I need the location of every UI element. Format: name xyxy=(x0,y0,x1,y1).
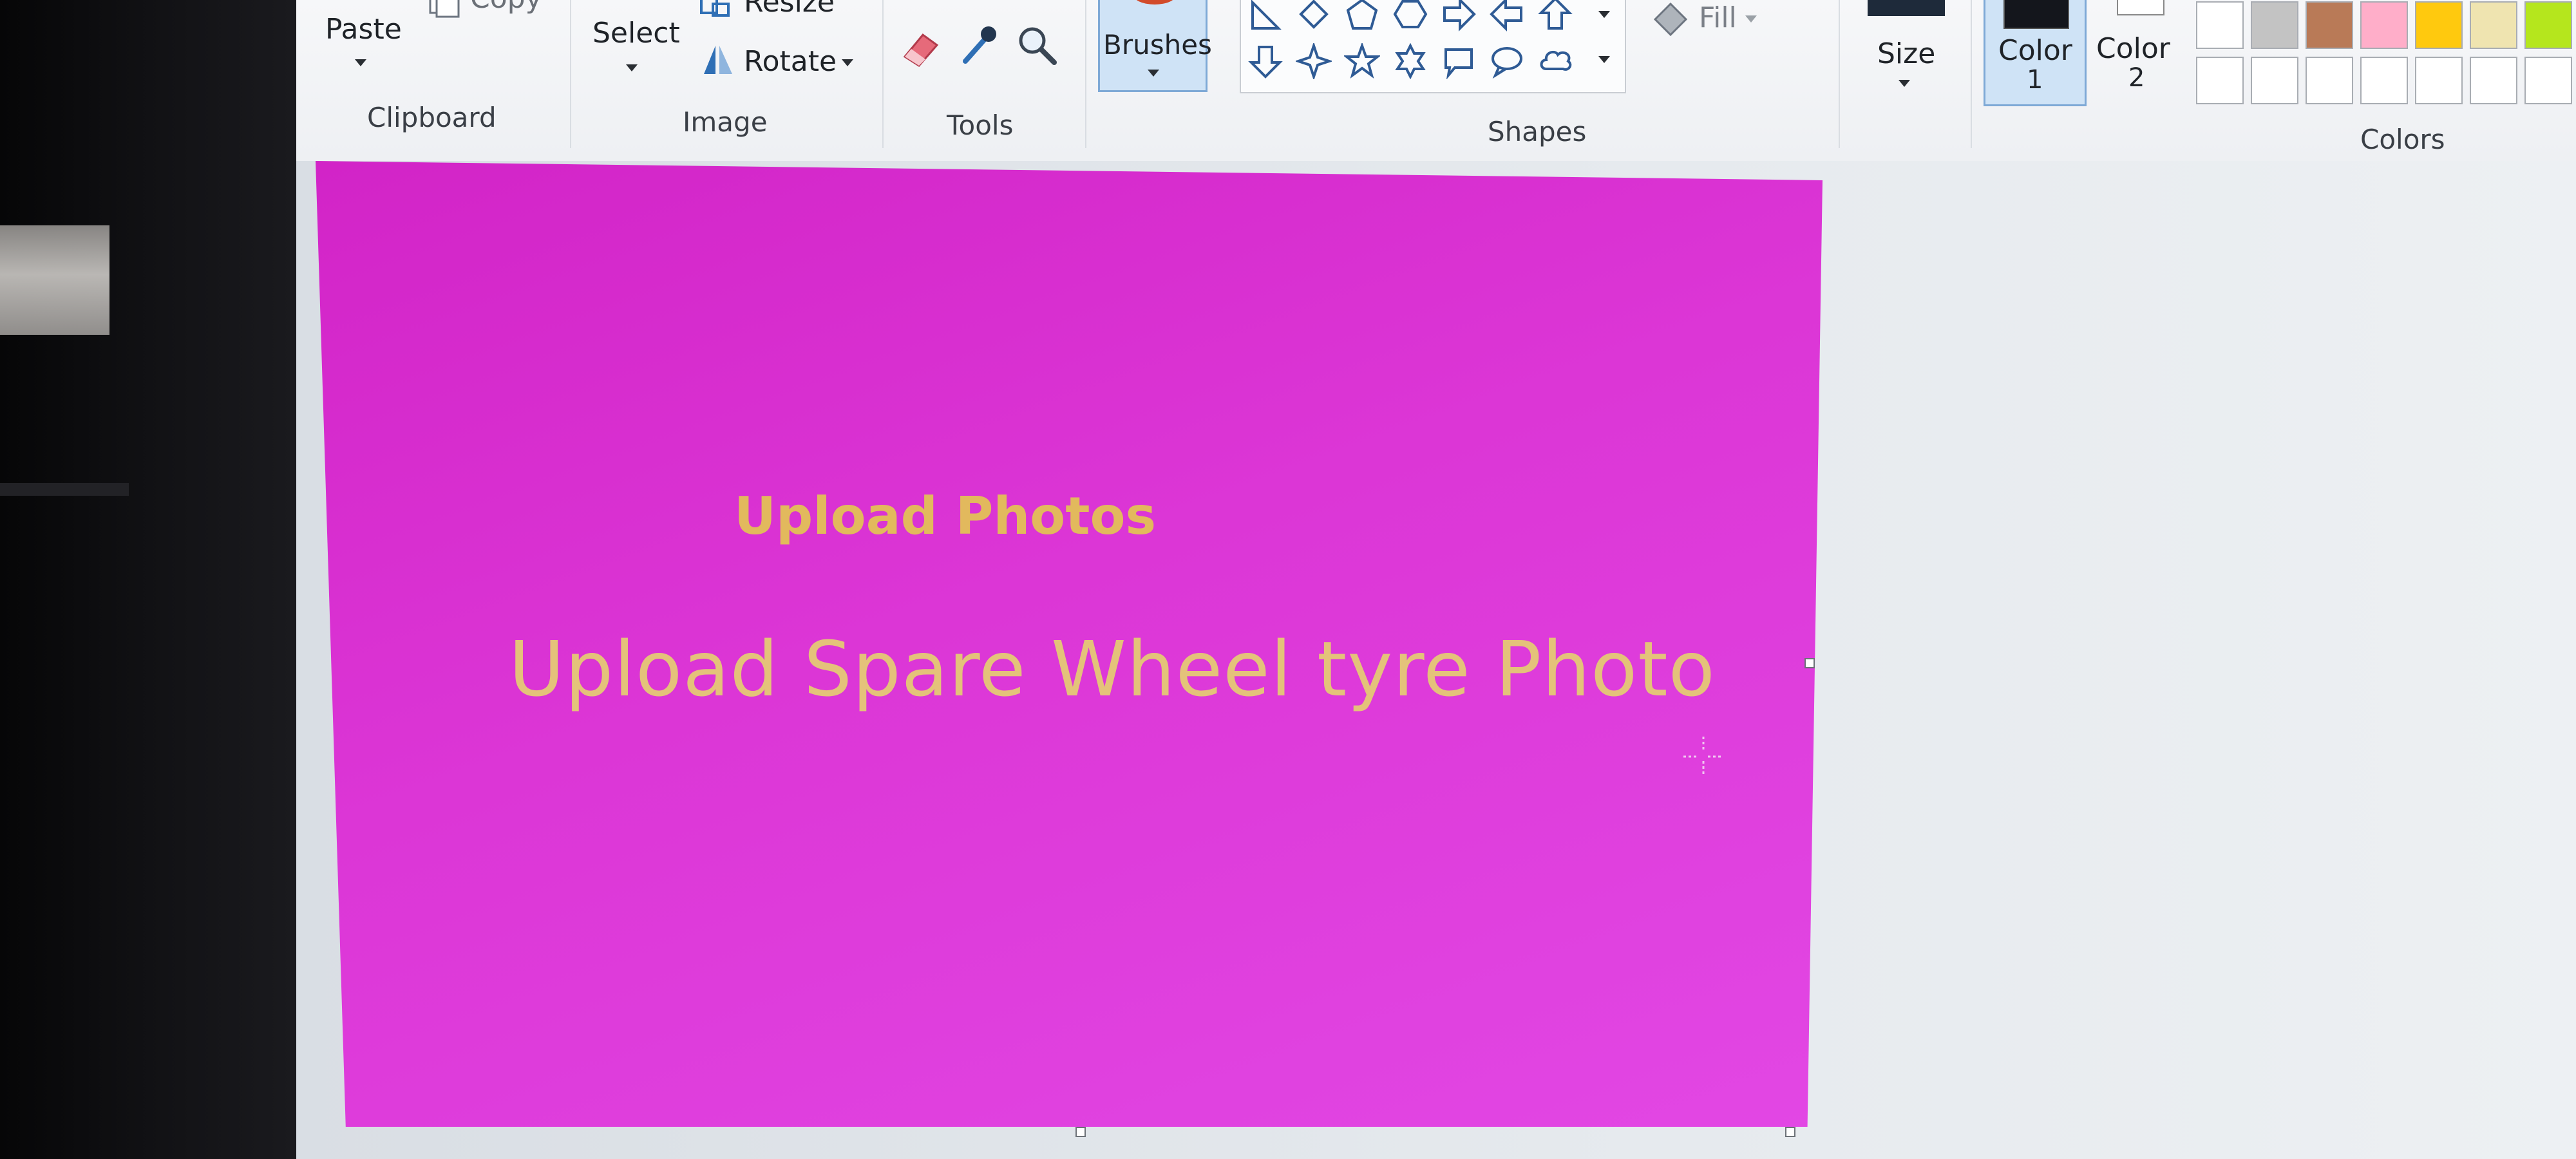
color2-number: 2 xyxy=(2128,63,2145,93)
brush-icon xyxy=(1136,0,1173,5)
color1-label: Color xyxy=(1998,34,2072,67)
size-line-preview xyxy=(1868,0,1945,16)
ribbon: Paste Copy Clipboard Select Resize xyxy=(296,0,2576,163)
palette-swatch[interactable] xyxy=(2470,1,2517,49)
monitor-bezel xyxy=(0,0,296,1159)
magnifier-icon[interactable] xyxy=(1014,23,1059,68)
brushes-label: Brushes xyxy=(1103,29,1212,61)
color1-swatch xyxy=(2003,0,2069,29)
four-point-star-shape-icon[interactable] xyxy=(1296,43,1332,79)
paint-window: Paste Copy Clipboard Select Resize xyxy=(296,0,2576,1159)
tools-group-label: Tools xyxy=(947,109,1014,141)
canvas-work-area: Upload Photos Upload Spare Wheel tyre Ph… xyxy=(296,161,2576,1159)
copy-icon[interactable] xyxy=(425,0,464,19)
shapes-scroll-up-arrow[interactable] xyxy=(1598,11,1610,18)
select-button[interactable]: Select xyxy=(592,17,680,50)
photo-of-monitor: Paste Copy Clipboard Select Resize xyxy=(0,0,2576,1159)
shapes-more-arrow[interactable] xyxy=(1598,56,1610,63)
shapes-gallery xyxy=(1240,0,1626,93)
palette-swatch[interactable] xyxy=(2306,57,2353,104)
palette-swatch[interactable] xyxy=(2415,1,2463,49)
pentagon-shape-icon[interactable] xyxy=(1344,0,1380,32)
canvas-resize-handle-right[interactable] xyxy=(1804,658,1815,668)
palette-swatch[interactable] xyxy=(2251,57,2298,104)
fill-dropdown-arrow[interactable] xyxy=(1745,15,1757,23)
crosshair-cursor-icon xyxy=(1683,737,1723,777)
paste-button[interactable]: Paste xyxy=(325,13,402,46)
group-divider xyxy=(882,0,884,148)
oval-callout-shape-icon[interactable] xyxy=(1489,43,1525,79)
size-label: Size xyxy=(1877,37,1936,70)
paste-dropdown-arrow[interactable] xyxy=(355,59,366,66)
palette-swatch[interactable] xyxy=(2360,1,2408,49)
palette-swatch[interactable] xyxy=(2196,57,2244,104)
resize-button[interactable]: Resize xyxy=(744,0,835,19)
resize-icon[interactable] xyxy=(699,0,732,19)
left-arrow-shape-icon[interactable] xyxy=(1489,0,1525,32)
palette-swatch[interactable] xyxy=(2470,57,2517,104)
right-triangle-shape-icon[interactable] xyxy=(1247,0,1283,32)
canvas-title-text: Upload Photos xyxy=(734,486,1157,546)
color1-button[interactable]: Color 1 xyxy=(1984,0,2087,106)
palette-swatch[interactable] xyxy=(2251,1,2298,49)
copy-button[interactable]: Copy xyxy=(470,0,542,15)
colors-group-label: Colors xyxy=(2360,124,2445,155)
palette-swatch[interactable] xyxy=(2306,1,2353,49)
diamond-shape-icon[interactable] xyxy=(1296,0,1332,32)
fill-icon[interactable] xyxy=(1649,0,1694,36)
brushes-button[interactable]: Brushes xyxy=(1098,0,1212,92)
fill-button[interactable]: Fill xyxy=(1699,1,1737,34)
color1-number: 1 xyxy=(2027,65,2043,95)
palette-swatch[interactable] xyxy=(2360,57,2408,104)
canvas-resize-handle-bottom[interactable] xyxy=(1075,1127,1086,1137)
color2-label: Color xyxy=(2096,32,2170,65)
rounded-callout-shape-icon[interactable] xyxy=(1441,43,1477,79)
right-arrow-shape-icon[interactable] xyxy=(1441,0,1477,32)
palette-swatch[interactable] xyxy=(2196,1,2244,49)
image-group-label: Image xyxy=(683,106,768,138)
up-arrow-shape-icon[interactable] xyxy=(1537,0,1573,32)
rotate-button[interactable]: Rotate xyxy=(744,45,837,78)
color2-swatch xyxy=(2117,0,2164,15)
shapes-group-label: Shapes xyxy=(1488,116,1587,147)
rotate-icon[interactable] xyxy=(699,42,737,78)
rotate-dropdown-arrow[interactable] xyxy=(842,59,853,66)
bezel-edge xyxy=(0,483,129,496)
group-divider xyxy=(1971,0,1972,148)
cloud-callout-shape-icon[interactable] xyxy=(1537,43,1573,79)
canvas-resize-handle-corner[interactable] xyxy=(1785,1127,1795,1137)
palette-swatch[interactable] xyxy=(2524,1,2572,49)
palette-swatch[interactable] xyxy=(2415,57,2463,104)
palette-swatch[interactable] xyxy=(2524,57,2572,104)
down-arrow-shape-icon[interactable] xyxy=(1247,43,1283,79)
color-picker-icon[interactable] xyxy=(956,23,1001,68)
group-divider xyxy=(1085,0,1086,148)
group-divider xyxy=(570,0,571,148)
group-divider xyxy=(1839,0,1840,148)
clipboard-group-label: Clipboard xyxy=(367,102,497,133)
six-point-star-shape-icon[interactable] xyxy=(1392,43,1428,79)
color2-button[interactable]: Color 2 xyxy=(2090,0,2193,106)
size-dropdown-arrow xyxy=(1899,80,1910,87)
canvas-subtitle-text: Upload Spare Wheel tyre Photo xyxy=(509,625,1716,713)
select-dropdown-arrow[interactable] xyxy=(626,64,638,71)
brushes-dropdown-arrow xyxy=(1148,70,1159,77)
bezel-glare xyxy=(0,225,109,335)
drawing-canvas[interactable]: Upload Photos Upload Spare Wheel tyre Ph… xyxy=(316,161,1823,1127)
eraser-icon[interactable] xyxy=(898,26,943,71)
hexagon-shape-icon[interactable] xyxy=(1392,0,1428,32)
five-point-star-shape-icon[interactable] xyxy=(1344,43,1380,79)
